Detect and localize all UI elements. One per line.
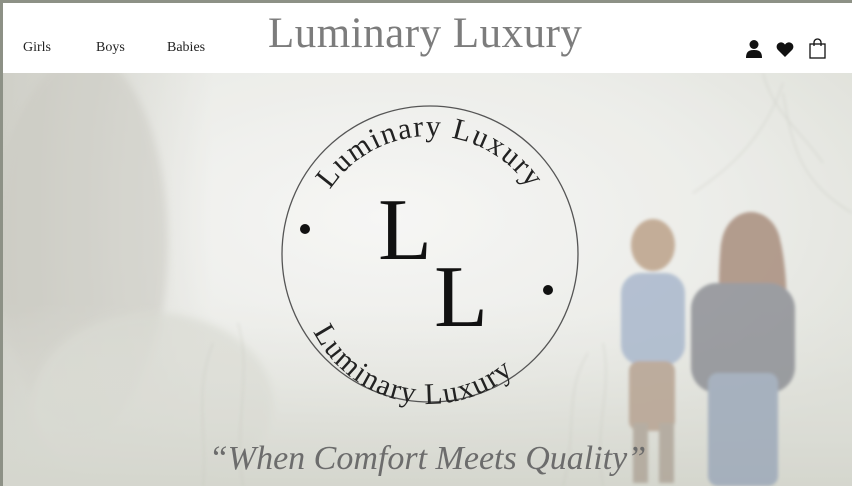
logo-monogram-first: L xyxy=(378,182,432,279)
site-header: Girls Boys Babies Luminary Luxury xyxy=(3,3,852,73)
page-frame: Girls Boys Babies Luminary Luxury Lumina… xyxy=(3,3,852,486)
nav-link-babies[interactable]: Babies xyxy=(167,40,205,56)
heart-icon[interactable] xyxy=(776,41,794,58)
brand-logo-emblem: Luminary Luxury Luminary Luxury L L xyxy=(281,105,579,411)
user-icon[interactable] xyxy=(745,39,763,59)
hero-tagline: “When Comfort Meets Quality” xyxy=(208,440,647,477)
logo-dot-left xyxy=(300,224,310,234)
nav-link-girls[interactable]: Girls xyxy=(23,40,51,56)
logo-dot-right xyxy=(543,285,553,295)
brand-title[interactable]: Luminary Luxury xyxy=(268,9,582,58)
nav-link-boys[interactable]: Boys xyxy=(96,40,125,56)
shopping-bag-icon[interactable] xyxy=(809,38,826,59)
hero-banner: Luminary Luxury Luminary Luxury L L “Whe… xyxy=(3,73,852,486)
logo-monogram-second: L xyxy=(434,249,488,346)
